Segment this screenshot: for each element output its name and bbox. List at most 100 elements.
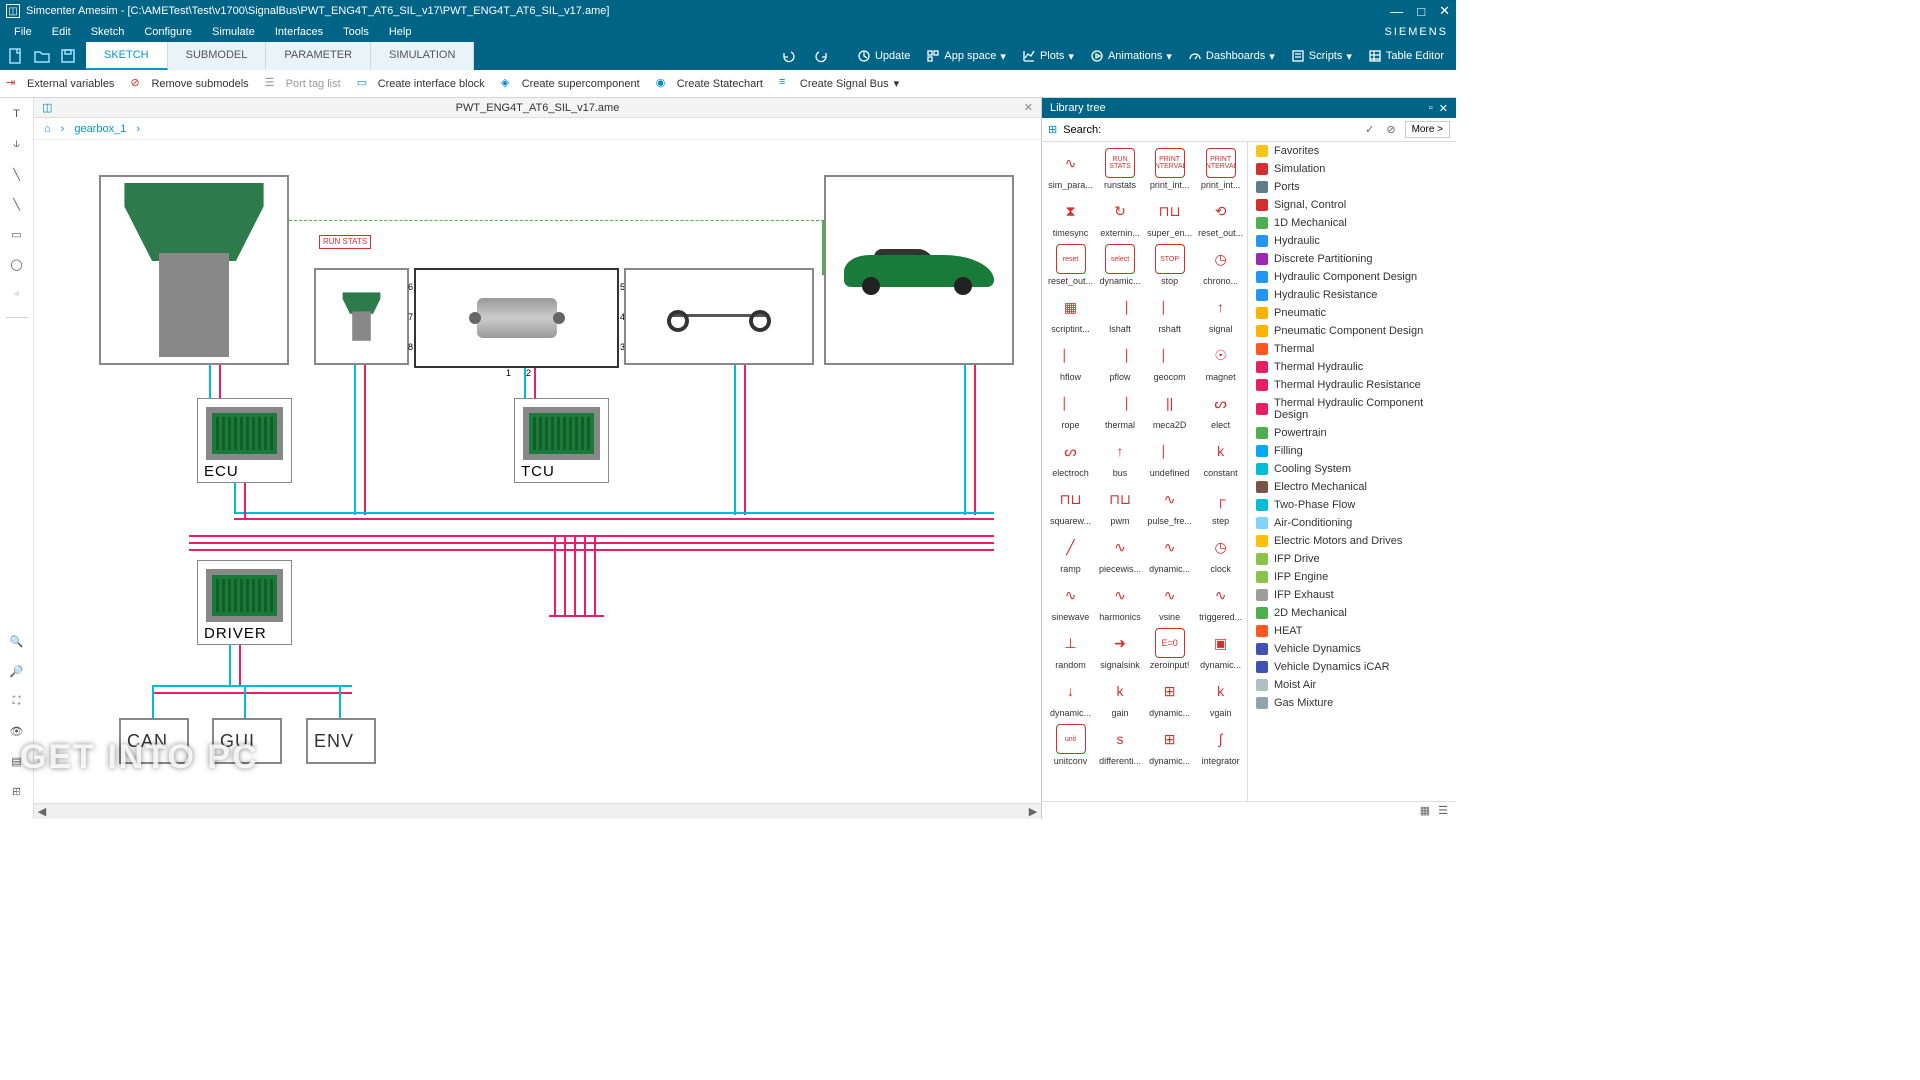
mode-simulation[interactable]: SIMULATION	[371, 42, 474, 70]
search-clear-icon[interactable]: ⊘	[1383, 123, 1398, 136]
palette-item[interactable]: ☉magnet	[1196, 338, 1245, 384]
category-item[interactable]: IFP Drive	[1248, 550, 1456, 568]
palette-item[interactable]: ╱ramp	[1046, 530, 1095, 576]
category-item[interactable]: Thermal Hydraulic Component Design	[1248, 394, 1456, 424]
category-item[interactable]: Ports	[1248, 178, 1456, 196]
polyline-tool-icon[interactable]: ╲	[7, 194, 27, 214]
palette-item[interactable]: ∿sim_para...	[1046, 146, 1095, 192]
new-file-icon[interactable]	[4, 44, 28, 68]
palette-item[interactable]: ⎸geocom	[1145, 338, 1194, 384]
component-palette[interactable]: ∿sim_para...RUN STATSrunstatsPRINT INTER…	[1042, 142, 1247, 801]
palette-item[interactable]: E=0zeroinput!	[1145, 626, 1194, 672]
category-item[interactable]: Powertrain	[1248, 424, 1456, 442]
table-editor-button[interactable]: Table Editor	[1362, 46, 1450, 66]
category-item[interactable]: IFP Engine	[1248, 568, 1456, 586]
palette-item[interactable]: PRINT INTERVALprint_int...	[1196, 146, 1245, 192]
library-view-list-icon[interactable]: ☰	[1438, 804, 1448, 817]
create-interface-block-button[interactable]: ▭Create interface block	[357, 76, 485, 92]
palette-item[interactable]: ▣dynamic...	[1196, 626, 1245, 672]
palette-item[interactable]: ▦scriptint...	[1046, 290, 1095, 336]
palette-item[interactable]: ᔕelect	[1196, 386, 1245, 432]
menu-configure[interactable]: Configure	[136, 24, 200, 40]
category-item[interactable]: Thermal Hydraulic	[1248, 358, 1456, 376]
category-item[interactable]: Simulation	[1248, 160, 1456, 178]
category-item[interactable]: Vehicle Dynamics iCAR	[1248, 658, 1456, 676]
palette-item[interactable]: ⎸rshaft	[1145, 290, 1194, 336]
palette-item[interactable]: ┌step	[1196, 482, 1245, 528]
undo-button[interactable]	[775, 45, 803, 67]
palette-item[interactable]: ↓dynamic...	[1046, 674, 1095, 720]
palette-item[interactable]: ◷chrono...	[1196, 242, 1245, 288]
vehicle-block[interactable]	[824, 175, 1014, 365]
update-button[interactable]: Update	[851, 46, 916, 66]
category-item[interactable]: 2D Mechanical	[1248, 604, 1456, 622]
small-engine-block[interactable]	[314, 268, 409, 365]
palette-item[interactable]: ◷clock	[1196, 530, 1245, 576]
category-item[interactable]: Pneumatic	[1248, 304, 1456, 322]
port-tag-list-button[interactable]: ☰Port tag list	[265, 76, 341, 92]
library-search-input[interactable]	[1107, 122, 1356, 138]
scripts-button[interactable]: Scripts ▾	[1285, 46, 1358, 66]
category-item[interactable]: Signal, Control	[1248, 196, 1456, 214]
palette-item[interactable]: ⎹thermal	[1097, 386, 1143, 432]
save-icon[interactable]	[56, 44, 80, 68]
create-statechart-button[interactable]: ◉Create Statechart	[656, 76, 763, 92]
canvas-tab-title[interactable]: PWT_ENG4T_AT6_SIL_v17.ame	[456, 102, 620, 114]
palette-item[interactable]: ∿triggered...	[1196, 578, 1245, 624]
category-item[interactable]: Filling	[1248, 442, 1456, 460]
menu-file[interactable]: File	[6, 24, 40, 40]
menu-tools[interactable]: Tools	[335, 24, 377, 40]
remove-submodels-button[interactable]: ⊘Remove submodels	[130, 76, 248, 92]
create-supercomponent-button[interactable]: ◈Create supercomponent	[501, 76, 640, 92]
breadcrumb-home-icon[interactable]: ⌂	[44, 123, 51, 135]
category-item[interactable]: Two-Phase Flow	[1248, 496, 1456, 514]
category-item[interactable]: Hydraulic Resistance	[1248, 286, 1456, 304]
palette-item[interactable]: ∿pulse_fre...	[1145, 482, 1194, 528]
redo-button[interactable]	[807, 45, 835, 67]
line-tool-icon[interactable]: ╲	[7, 164, 27, 184]
animations-button[interactable]: Animations ▾	[1084, 46, 1178, 66]
layers-icon[interactable]: ▤	[7, 751, 27, 771]
driver-block[interactable]: DRIVER	[197, 560, 292, 645]
canvas-tab-close-icon[interactable]: ✕	[1024, 101, 1033, 114]
palette-item[interactable]: ∿dynamic...	[1145, 530, 1194, 576]
category-item[interactable]: Electro Mechanical	[1248, 478, 1456, 496]
category-item[interactable]: IFP Exhaust	[1248, 586, 1456, 604]
palette-item[interactable]: ⊥random	[1046, 626, 1095, 672]
gui-block[interactable]: GUI	[212, 718, 282, 764]
palette-item[interactable]: ⎸undefined	[1145, 434, 1194, 480]
category-item[interactable]: Pneumatic Component Design	[1248, 322, 1456, 340]
library-close-icon[interactable]: ✕	[1439, 102, 1448, 115]
category-item[interactable]: Hydraulic	[1248, 232, 1456, 250]
palette-item[interactable]: ⊞dynamic...	[1145, 674, 1194, 720]
palette-item[interactable]: ∿sinewave	[1046, 578, 1095, 624]
scroll-left-icon[interactable]: ◀	[34, 805, 50, 818]
category-item[interactable]: Vehicle Dynamics	[1248, 640, 1456, 658]
palette-item[interactable]: kgain	[1097, 674, 1143, 720]
dashboards-button[interactable]: Dashboards ▾	[1182, 46, 1281, 66]
palette-item[interactable]: RUN STATSrunstats	[1097, 146, 1143, 192]
palette-item[interactable]: ᔕelectroch	[1046, 434, 1095, 480]
library-tree-icon[interactable]: ⊞	[1048, 123, 1057, 136]
palette-item[interactable]: kvgain	[1196, 674, 1245, 720]
category-item[interactable]: Electric Motors and Drives	[1248, 532, 1456, 550]
palette-item[interactable]: STOPstop	[1145, 242, 1194, 288]
chassis-block[interactable]	[624, 268, 814, 365]
create-signal-bus-button[interactable]: ≡Create Signal Bus ▾	[779, 76, 899, 92]
palette-item[interactable]: ∫integrator	[1196, 722, 1245, 768]
palette-item[interactable]: ⊓⊔pwm	[1097, 482, 1143, 528]
palette-item[interactable]: PRINT INTERVALprint_int...	[1145, 146, 1194, 192]
runstats-block[interactable]: RUN STATS	[319, 235, 371, 249]
mode-submodel[interactable]: SUBMODEL	[168, 42, 267, 70]
horizontal-scrollbar[interactable]: ◀ ▶	[34, 803, 1041, 819]
search-more-button[interactable]: More >	[1405, 121, 1450, 138]
env-block[interactable]: ENV	[306, 718, 376, 764]
palette-item[interactable]: ↑bus	[1097, 434, 1143, 480]
menu-help[interactable]: Help	[381, 24, 420, 40]
open-file-icon[interactable]	[30, 44, 54, 68]
palette-item[interactable]: ↑signal	[1196, 290, 1245, 336]
palette-item[interactable]: ⎹pflow	[1097, 338, 1143, 384]
palette-item[interactable]: ⎸hflow	[1046, 338, 1095, 384]
palette-item[interactable]: ⎹lshaft	[1097, 290, 1143, 336]
search-confirm-icon[interactable]: ✓	[1362, 123, 1377, 136]
